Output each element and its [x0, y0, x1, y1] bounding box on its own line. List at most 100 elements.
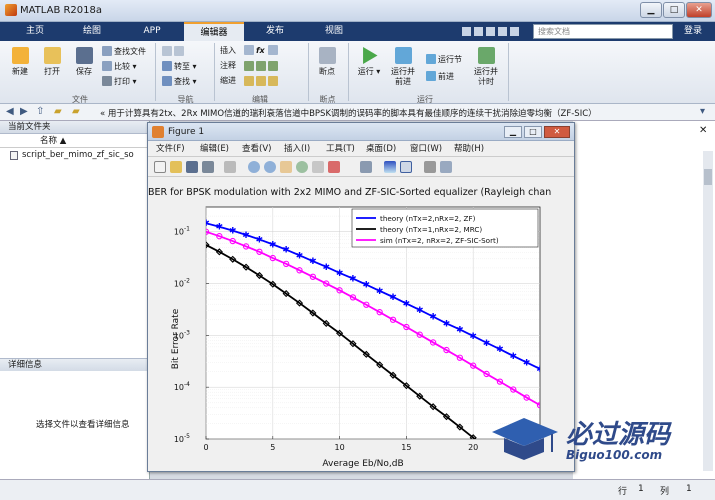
- run-button[interactable]: 运行 ▾: [354, 47, 384, 77]
- minimize-button[interactable]: ▁: [640, 2, 662, 18]
- pan-icon[interactable]: [280, 161, 292, 173]
- status-col-label: 列: [660, 487, 670, 497]
- compare-button[interactable]: 比较 ▾: [102, 61, 137, 72]
- data-point: ✱: [309, 257, 317, 267]
- login-button[interactable]: 登录: [684, 24, 702, 39]
- print-button[interactable]: 打印 ▾: [102, 76, 137, 87]
- tab-apps[interactable]: APP: [124, 22, 180, 41]
- status-col-value: 1: [686, 484, 692, 494]
- new-figure-icon[interactable]: [154, 161, 166, 173]
- open-button[interactable]: 打开: [38, 47, 66, 77]
- data-point: ✱: [429, 313, 437, 323]
- file-list-item[interactable]: script_ber_mimo_zf_sic_so: [0, 148, 149, 162]
- menu-insert[interactable]: 插入(I): [284, 141, 310, 157]
- run-and-time-button[interactable]: 运行并 计时: [470, 47, 502, 87]
- find-files-button[interactable]: 查找文件: [102, 46, 146, 57]
- figure-close-button[interactable]: ✕: [544, 126, 570, 138]
- new-plus-icon: [11, 47, 29, 64]
- breakpoints-label: 断点: [319, 67, 335, 76]
- indent-icons[interactable]: [244, 76, 280, 87]
- maximize-button[interactable]: □: [663, 2, 685, 18]
- wrap-comment-icon: [268, 61, 278, 71]
- print-figure-icon[interactable]: [202, 161, 214, 173]
- tab-editor[interactable]: 编辑器: [184, 22, 244, 41]
- colorbar-icon[interactable]: [384, 161, 396, 173]
- open-file-icon[interactable]: [170, 161, 182, 173]
- indent-button[interactable]: 缩进: [220, 76, 236, 86]
- path-dropdown-icon[interactable]: ▾: [700, 106, 705, 117]
- run-section-button[interactable]: 运行节: [426, 54, 462, 65]
- data-cursor-icon[interactable]: [312, 161, 324, 173]
- menu-file[interactable]: 文件(F): [156, 141, 185, 157]
- legend-icon[interactable]: [400, 161, 412, 173]
- comment-icons[interactable]: [244, 61, 280, 72]
- figure-maximize-button[interactable]: □: [524, 126, 542, 138]
- app-title: MATLAB R2018a: [20, 5, 103, 16]
- link-plot-icon[interactable]: [360, 161, 372, 173]
- menu-help[interactable]: 帮助(H): [454, 141, 484, 157]
- menu-window[interactable]: 窗口(W): [410, 141, 442, 157]
- open-label: 打开: [44, 67, 60, 76]
- menu-desktop[interactable]: 桌面(D): [366, 141, 396, 157]
- search-documentation-input[interactable]: 搜索文档: [533, 24, 673, 39]
- menu-edit[interactable]: 编辑(E): [200, 141, 229, 157]
- tab-view[interactable]: 视图: [306, 22, 362, 41]
- editor-scrollbar[interactable]: [703, 151, 713, 471]
- folder-path[interactable]: « 用于计算具有2tx、2Rx MIMO信道的瑞利衰落信道中BPSK调制的误码率…: [100, 107, 685, 119]
- show-plot-tools-icon[interactable]: [440, 161, 452, 173]
- browse-folder-icon[interactable]: ▰: [54, 106, 62, 117]
- new-button[interactable]: 新建: [6, 47, 34, 77]
- comment-button[interactable]: 注释: [220, 61, 236, 71]
- run-advance-icon: [394, 47, 412, 64]
- comment-label: 注释: [220, 61, 236, 70]
- data-point: ✱: [456, 325, 464, 335]
- tab-home[interactable]: 主页: [10, 22, 60, 41]
- back-arrow-icon[interactable]: ◀: [6, 106, 14, 117]
- brush-icon[interactable]: [328, 161, 340, 173]
- edit-icons[interactable]: fx: [244, 45, 294, 56]
- close-tab-icon[interactable]: ✕: [699, 125, 707, 136]
- save-figure-icon[interactable]: [186, 161, 198, 173]
- new-label: 新建: [12, 67, 28, 76]
- scrollbar-thumb[interactable]: [704, 169, 712, 185]
- tab-publish[interactable]: 发布: [247, 22, 303, 41]
- figure-titlebar: Figure 1 ▁ □ ✕: [148, 123, 574, 141]
- x-tick-label: 0: [203, 443, 208, 452]
- goto-button[interactable]: 转至 ▾: [162, 61, 197, 72]
- zoom-out-icon[interactable]: [264, 161, 276, 173]
- quick-access-toolbar[interactable]: [460, 25, 530, 38]
- run-advance-button[interactable]: 运行并 前进: [388, 47, 418, 87]
- y-tick-label: 10-2: [174, 278, 190, 289]
- hide-plot-tools-icon[interactable]: [424, 161, 436, 173]
- x-tick-label: 20: [468, 443, 478, 452]
- tab-plots[interactable]: 绘图: [62, 22, 122, 41]
- name-column-header[interactable]: 名称 ▲: [0, 134, 149, 148]
- menu-view[interactable]: 查看(V): [242, 141, 271, 157]
- find-button[interactable]: 查找 ▾: [162, 76, 197, 87]
- save-label: 保存: [76, 67, 92, 76]
- insert-button[interactable]: 插入: [220, 46, 236, 56]
- divider: [508, 43, 509, 101]
- advance-button[interactable]: 前进: [426, 71, 454, 82]
- figure-minimize-button[interactable]: ▁: [504, 126, 522, 138]
- figure-icon: [152, 126, 164, 138]
- up-folder-icon[interactable]: ⇧: [36, 106, 44, 117]
- comment-icon: [244, 61, 254, 71]
- rotate-icon[interactable]: [296, 161, 308, 173]
- compare-label: 比较: [114, 62, 130, 71]
- file-name: script_ber_mimo_zf_sic_so: [22, 150, 134, 160]
- edit-plot-icon[interactable]: [224, 161, 236, 173]
- breakpoints-button[interactable]: 断点: [312, 47, 342, 77]
- find-label: 查找: [174, 77, 190, 86]
- zoom-in-icon[interactable]: [248, 161, 260, 173]
- folder-nav-icon[interactable]: ▰: [72, 106, 80, 117]
- find-icon: [162, 76, 172, 86]
- details-panel-title: 详细信息: [0, 358, 150, 371]
- data-point: ✱: [349, 275, 357, 285]
- close-button[interactable]: ✕: [686, 2, 712, 18]
- menu-tools[interactable]: 工具(T): [326, 141, 355, 157]
- data-point: ✱: [363, 281, 371, 291]
- save-button[interactable]: 保存: [70, 47, 98, 77]
- forward-arrow-icon[interactable]: ▶: [20, 106, 28, 117]
- nav-back-forward[interactable]: [162, 46, 186, 57]
